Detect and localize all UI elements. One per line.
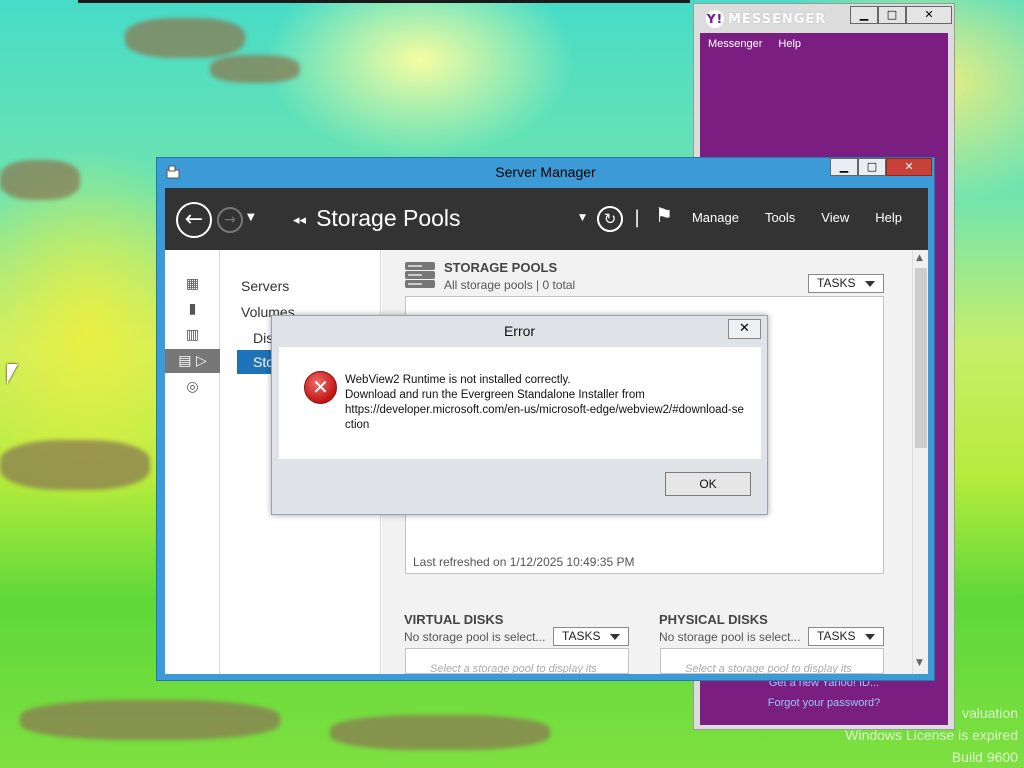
page-title: Storage Pools — [316, 205, 461, 231]
dashboard-icon[interactable]: ▦ — [165, 272, 220, 296]
header-menu: Manage Tools View Help — [692, 210, 902, 225]
virtual-disks-tasks-button[interactable]: TASKS — [553, 627, 629, 646]
menu-messenger[interactable]: Messenger — [708, 38, 762, 50]
error-message-line: Download and run the Evergreen Standalon… — [345, 389, 645, 401]
yahoo-logo-icon: Y! — [706, 10, 724, 28]
ok-button[interactable]: OK — [665, 472, 751, 496]
messenger-window-controls: ▁ □ ✕ — [850, 6, 952, 24]
file-storage-services-icon[interactable]: ▤ ▷ — [165, 349, 220, 373]
error-icon: ✕ — [304, 371, 337, 404]
window-title: Server Manager — [495, 164, 596, 180]
messenger-logo: Y! MESSENGER — [706, 10, 826, 28]
dialog-title: Error — [503, 323, 536, 339]
close-button[interactable]: ✕ — [886, 158, 932, 176]
scroll-up-icon[interactable]: ▲ — [916, 253, 923, 263]
server-manager-titlebar[interactable]: Server Manager ▁ □ ✕ — [157, 158, 934, 187]
wallpaper-cloud — [0, 160, 80, 200]
caret-down-icon — [865, 281, 875, 287]
breadcrumb: ◂◂ Storage Pools — [293, 205, 461, 232]
watermark-line: Build 9600 — [951, 749, 1018, 765]
dialog-close-button[interactable]: ✕ — [728, 319, 761, 339]
server-manager-window-controls: ▁ □ ✕ — [830, 158, 932, 176]
close-button[interactable]: ✕ — [906, 6, 952, 24]
watermark-line: valuation — [961, 705, 1018, 721]
physical-disks-heading: PHYSICAL DISKS — [659, 612, 768, 627]
breadcrumb-arrows-icon: ◂◂ — [293, 211, 307, 227]
wallpaper-cloud — [20, 700, 280, 740]
wallpaper-cloud — [0, 440, 150, 490]
caret-down-icon — [610, 634, 620, 640]
physical-disks-list[interactable]: Select a storage pool to display its — [660, 648, 884, 674]
forgot-password-link[interactable]: Forgot your password? — [700, 697, 948, 709]
virtual-disks-placeholder: Select a storage pool to display its — [430, 663, 597, 674]
vertical-scrollbar[interactable]: ▲ ▼ — [912, 250, 928, 674]
maximize-button[interactable]: □ — [878, 6, 906, 24]
notifications-flag-icon[interactable]: ⚑ — [655, 203, 673, 227]
minimize-button[interactable]: ▁ — [850, 6, 878, 24]
error-message-line: WebView2 Runtime is not installed correc… — [345, 374, 571, 386]
all-servers-icon[interactable]: ▥ — [165, 323, 220, 347]
tasks-label: TASKS — [817, 276, 856, 290]
wallpaper-cloud — [125, 18, 245, 58]
storage-pools-heading: STORAGE POOLS — [444, 260, 558, 275]
wallpaper-cloud — [330, 715, 550, 750]
scroll-thumb[interactable] — [915, 268, 927, 448]
taskbar-edge — [78, 0, 690, 3]
dropdown-icon[interactable]: ▼ — [579, 213, 586, 223]
storage-pool-icon — [404, 259, 436, 291]
scroll-down-icon[interactable]: ▼ — [916, 658, 923, 668]
server-manager-header: ← → ▼ ◂◂ Storage Pools ▼ ↻ | ⚑ Manage Too… — [165, 188, 928, 250]
physical-disks-subtitle: No storage pool is select... — [659, 630, 801, 644]
storage-pools-subtitle: All storage pools | 0 total — [444, 278, 576, 292]
storage-pools-tasks-button[interactable]: TASKS — [808, 274, 884, 293]
error-message-url: https://developer.microsoft.com/en-us/mi… — [345, 404, 744, 431]
messenger-titlebar[interactable]: Y! MESSENGER ▁ □ ✕ — [694, 4, 954, 32]
messenger-title: MESSENGER — [728, 12, 827, 27]
menu-tools[interactable]: Tools — [765, 210, 795, 225]
maximize-button[interactable]: □ — [858, 158, 886, 176]
virtual-disks-list[interactable]: Select a storage pool to display its — [405, 648, 629, 674]
back-arrow-icon[interactable]: ← — [176, 202, 212, 238]
physical-disks-tasks-button[interactable]: TASKS — [808, 627, 884, 646]
messenger-menubar: Messenger Help — [700, 33, 948, 55]
wallpaper-cloud — [210, 55, 300, 83]
tasks-label: TASKS — [562, 629, 601, 643]
mouse-cursor-icon — [7, 364, 18, 384]
menu-view[interactable]: View — [821, 210, 849, 225]
error-dialog: Error ✕ ✕ WebView2 Runtime is not instal… — [271, 315, 768, 515]
virtual-disks-subtitle: No storage pool is select... — [404, 630, 546, 644]
left-icon-rail: ▦ ▮ ▥ ▤ ▷ ◎ — [165, 250, 220, 674]
error-message: WebView2 Runtime is not installed correc… — [345, 373, 745, 433]
refresh-icon[interactable]: ↻ — [597, 206, 623, 232]
forward-arrow-icon[interactable]: → — [217, 207, 243, 233]
caret-down-icon — [865, 634, 875, 640]
dialog-body: ✕ WebView2 Runtime is not installed corr… — [279, 347, 761, 459]
tasks-label: TASKS — [817, 629, 856, 643]
minimize-button[interactable]: ▁ — [830, 158, 858, 176]
menu-manage[interactable]: Manage — [692, 210, 739, 225]
local-server-icon[interactable]: ▮ — [165, 297, 220, 321]
iis-icon[interactable]: ◎ — [165, 375, 220, 399]
history-dropdown-icon[interactable]: ▼ — [247, 212, 255, 223]
nav-item-servers[interactable]: Servers — [241, 278, 289, 294]
virtual-disks-heading: VIRTUAL DISKS — [404, 612, 504, 627]
menu-help[interactable]: Help — [875, 210, 902, 225]
menu-help[interactable]: Help — [778, 38, 801, 50]
last-refreshed-text: Last refreshed on 1/12/2025 10:49:35 PM — [413, 555, 635, 569]
physical-disks-placeholder: Select a storage pool to display its — [685, 663, 852, 674]
divider: | — [634, 207, 641, 228]
